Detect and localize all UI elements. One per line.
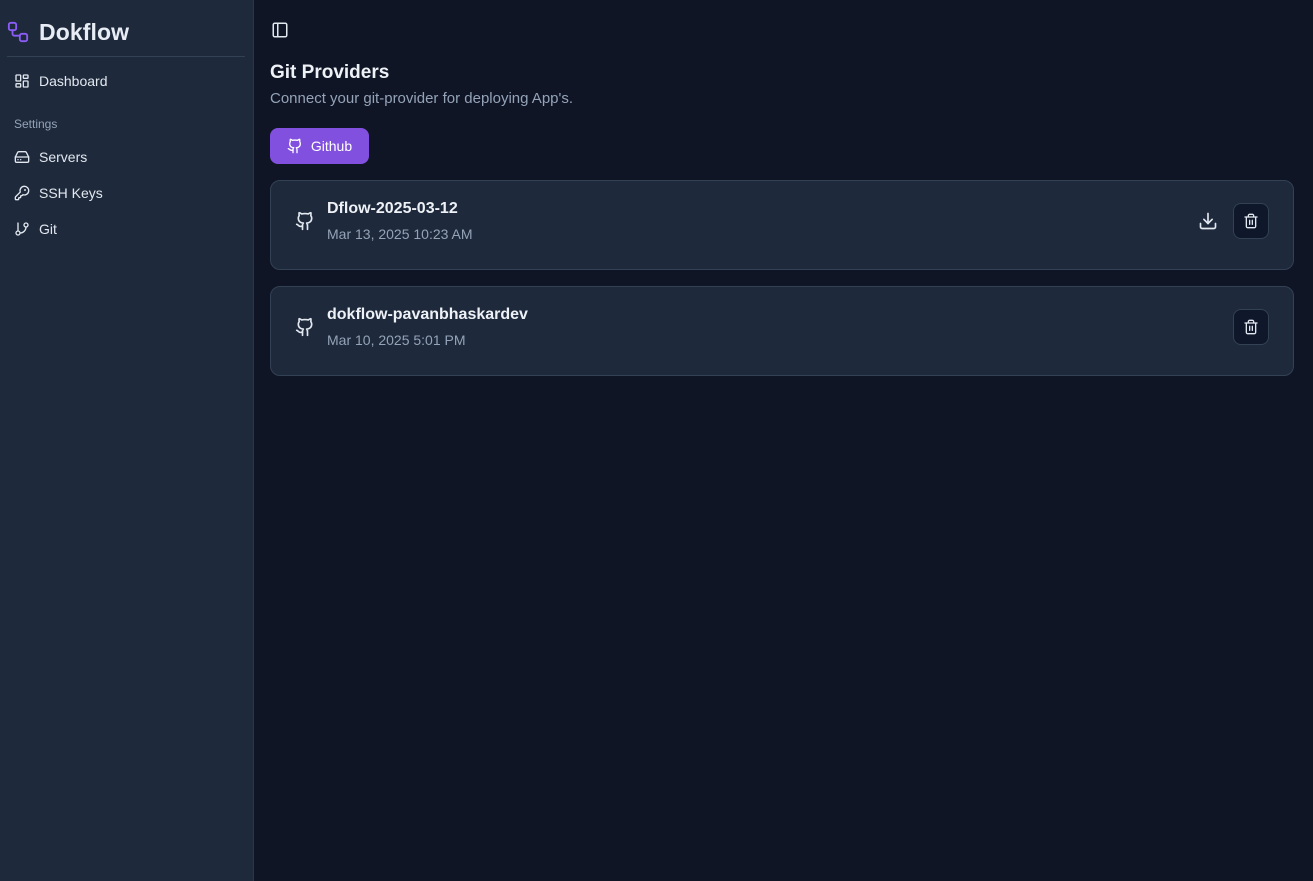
sidebar-item-ssh-keys[interactable]: SSH Keys bbox=[14, 181, 103, 205]
delete-button[interactable] bbox=[1233, 309, 1269, 345]
brand[interactable]: Dokflow bbox=[7, 17, 129, 47]
git-branch-icon bbox=[14, 221, 30, 237]
provider-card: Dflow-2025-03-12 Mar 13, 2025 10:23 AM bbox=[270, 180, 1294, 270]
github-connect-button[interactable]: Github bbox=[270, 128, 369, 164]
trash-icon bbox=[1244, 319, 1258, 335]
sidebar-item-dashboard[interactable]: Dashboard bbox=[14, 69, 108, 93]
download-icon[interactable] bbox=[1198, 211, 1218, 231]
github-button-label: Github bbox=[310, 138, 353, 154]
provider-date: Mar 13, 2025 10:23 AM bbox=[327, 226, 473, 242]
trash-icon bbox=[1244, 213, 1258, 229]
github-icon bbox=[295, 317, 315, 337]
sidebar-item-label: Servers bbox=[39, 149, 88, 165]
hard-drive-icon bbox=[14, 149, 30, 165]
provider-date: Mar 10, 2025 5:01 PM bbox=[327, 332, 466, 348]
workflow-icon bbox=[7, 21, 29, 43]
page-subtitle: Connect your git-provider for deploying … bbox=[270, 90, 574, 107]
main-content: Git Providers Connect your git-provider … bbox=[254, 0, 1313, 881]
sidebar-item-servers[interactable]: Servers bbox=[14, 145, 87, 169]
delete-button[interactable] bbox=[1233, 203, 1269, 239]
sidebar-item-label: Git bbox=[39, 221, 57, 237]
provider-name: Dflow-2025-03-12 bbox=[327, 200, 458, 217]
brand-name: Dokflow bbox=[39, 18, 130, 45]
brand-divider bbox=[7, 56, 245, 57]
github-icon bbox=[287, 138, 303, 154]
layout-dashboard-icon bbox=[14, 73, 30, 89]
github-icon bbox=[295, 211, 315, 231]
settings-section-label: Settings bbox=[14, 117, 58, 131]
provider-card: dokflow-pavanbhaskardev Mar 10, 2025 5:0… bbox=[270, 286, 1294, 376]
provider-name: dokflow-pavanbhaskardev bbox=[327, 306, 528, 323]
key-icon bbox=[14, 185, 30, 201]
sidebar: Dokflow Dashboard Settings Servers SSH K… bbox=[0, 0, 254, 881]
page-title: Git Providers bbox=[270, 62, 390, 83]
sidebar-item-label: Dashboard bbox=[39, 73, 108, 89]
sidebar-item-git[interactable]: Git bbox=[14, 217, 57, 241]
panel-left-icon[interactable] bbox=[271, 21, 289, 39]
sidebar-item-label: SSH Keys bbox=[39, 185, 103, 201]
